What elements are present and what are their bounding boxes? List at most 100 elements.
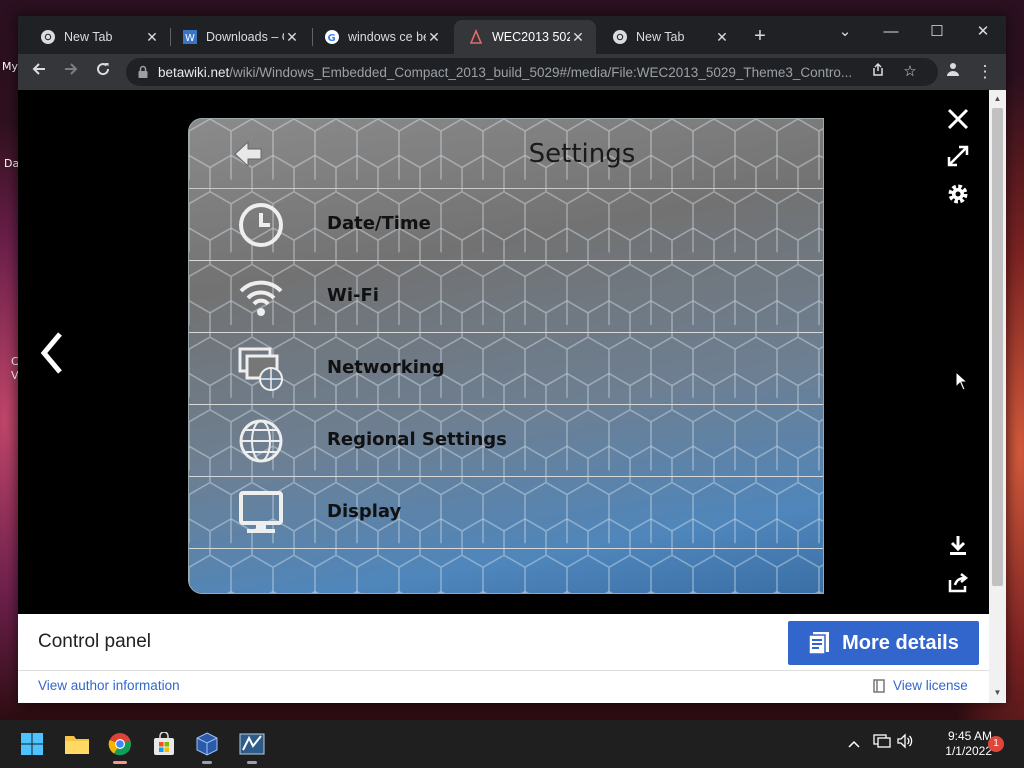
url-host: betawiki.net: [158, 64, 230, 80]
back-arrow-icon: [32, 63, 45, 75]
mouse-cursor-icon: [955, 371, 969, 391]
author-info-link[interactable]: View author information: [38, 678, 180, 693]
maximize-button[interactable]: ☐: [914, 16, 960, 48]
settings-row-label: Networking: [327, 357, 445, 378]
chrome-icon: [612, 29, 628, 45]
svg-text:W: W: [185, 33, 195, 44]
network-icon[interactable]: [871, 733, 893, 755]
settings-row-label: Regional Settings: [327, 429, 507, 450]
globe-icon: [239, 419, 283, 463]
previous-image-button[interactable]: [36, 330, 66, 376]
tab[interactable]: W Downloads – C ✕: [168, 20, 310, 54]
settings-title: Settings: [528, 139, 636, 169]
desktop-icon-label: Da: [4, 157, 20, 170]
share-icon[interactable]: [868, 62, 888, 82]
tab-close-icon[interactable]: ✕: [570, 29, 586, 46]
windows-logo-icon: [21, 733, 43, 755]
settings-row: Date/Time: [189, 189, 823, 261]
tab-active[interactable]: WEC2013 5029 ✕: [454, 20, 596, 54]
tool-app-icon: [239, 733, 265, 755]
start-button[interactable]: [16, 728, 48, 760]
tab[interactable]: G windows ce be ✕: [310, 20, 452, 54]
tab-title: New Tab: [64, 30, 113, 44]
active-app-indicator: [113, 761, 127, 764]
back-button[interactable]: [26, 59, 52, 85]
bookmark-star-icon[interactable]: ☆: [900, 62, 920, 82]
new-tab-button[interactable]: +: [748, 24, 772, 48]
settings-header: Settings: [189, 119, 823, 189]
url-text: betawiki.net/wiki/Windows_Embedded_Compa…: [158, 65, 876, 80]
profile-icon[interactable]: [940, 59, 966, 85]
minimize-button[interactable]: —: [868, 16, 914, 48]
document-icon: [808, 632, 830, 655]
scrollbar-thumb[interactable]: [992, 108, 1003, 586]
chrome-icon: [108, 733, 132, 756]
chevron-up-icon[interactable]: [843, 733, 865, 755]
platform-builder-button[interactable]: [236, 728, 268, 764]
tab[interactable]: New Tab ✕: [26, 20, 170, 54]
more-details-button[interactable]: More details: [788, 621, 979, 665]
fullscreen-button[interactable]: [944, 144, 972, 172]
running-app-indicator: [247, 761, 257, 764]
lock-icon: [138, 65, 148, 78]
tab[interactable]: New Tab ✕: [598, 20, 740, 54]
download-icon: [950, 536, 966, 555]
reload-button[interactable]: [90, 59, 116, 85]
scroll-down-icon[interactable]: ▼: [989, 686, 1006, 700]
settings-row: Wi-Fi: [189, 261, 823, 333]
system-clock[interactable]: 9:45 AM 1/1/2022: [922, 729, 992, 759]
more-details-label: More details: [842, 631, 959, 654]
divider: [18, 670, 989, 671]
monitor-icon: [239, 491, 283, 533]
networking-icon: [238, 347, 283, 391]
settings-row-label: Wi-Fi: [327, 285, 379, 306]
settings-row-label: Date/Time: [327, 213, 431, 234]
clock-time: 9:45 AM: [947, 729, 992, 743]
store-icon: [154, 732, 174, 755]
desktop-icon-label: My: [2, 60, 19, 73]
running-app-indicator: [202, 761, 212, 764]
viewer-settings-button[interactable]: [944, 182, 972, 210]
close-window-button[interactable]: ✕: [960, 16, 1006, 48]
chrome-taskbar-button[interactable]: [104, 728, 136, 764]
download-button[interactable]: [944, 534, 972, 562]
tab-close-icon[interactable]: ✕: [714, 29, 730, 46]
forward-arrow-icon: [65, 63, 78, 75]
media-info-bar: Control panel More details View author i…: [18, 614, 989, 703]
file-explorer-button[interactable]: [61, 728, 93, 760]
volume-icon[interactable]: [894, 733, 916, 755]
scroll-up-icon[interactable]: ▲: [989, 92, 1006, 106]
page-scrollbar[interactable]: ▲ ▼: [989, 90, 1006, 703]
folder-icon: [65, 736, 89, 754]
chevron-left-icon: [40, 332, 62, 374]
notification-badge[interactable]: 1: [988, 736, 1004, 752]
virtualbox-button[interactable]: [191, 728, 223, 764]
tab-title: New Tab: [636, 30, 685, 44]
chrome-icon: [40, 29, 56, 45]
store-button[interactable]: [148, 728, 180, 760]
menu-kebab-icon[interactable]: ⋮: [972, 59, 998, 85]
close-icon: [947, 108, 969, 130]
settings-row-label: Display: [327, 501, 402, 522]
browser-window: New Tab ✕ W Downloads – C ✕ G windows ce…: [18, 16, 1006, 703]
gear-icon: [948, 184, 968, 204]
license-link[interactable]: View license: [873, 678, 968, 693]
settings-row: Display: [189, 477, 823, 549]
share-button[interactable]: [944, 572, 972, 600]
tab-title: Downloads – C: [206, 30, 284, 44]
tab-close-icon[interactable]: ✕: [426, 29, 442, 46]
forward-button[interactable]: [58, 59, 84, 85]
svg-text:G: G: [328, 33, 336, 44]
tab-title: WEC2013 5029: [492, 30, 570, 44]
address-bar[interactable]: betawiki.net/wiki/Windows_Embedded_Compa…: [126, 58, 938, 86]
wiki-icon: W: [182, 29, 198, 45]
tab-close-icon[interactable]: ✕: [144, 29, 160, 46]
tab-close-icon[interactable]: ✕: [284, 29, 300, 46]
tab-search-button[interactable]: ⌄: [822, 16, 868, 48]
tab-strip: New Tab ✕ W Downloads – C ✕ G windows ce…: [18, 16, 1006, 54]
wifi-icon: [239, 280, 283, 316]
url-path: /wiki/Windows_Embedded_Compact_2013_buil…: [229, 64, 853, 80]
media-viewer: Settings Date/Time Wi-Fi Networking Regi…: [18, 90, 989, 703]
close-viewer-button[interactable]: [944, 106, 972, 134]
license-link-label: View license: [893, 678, 968, 693]
